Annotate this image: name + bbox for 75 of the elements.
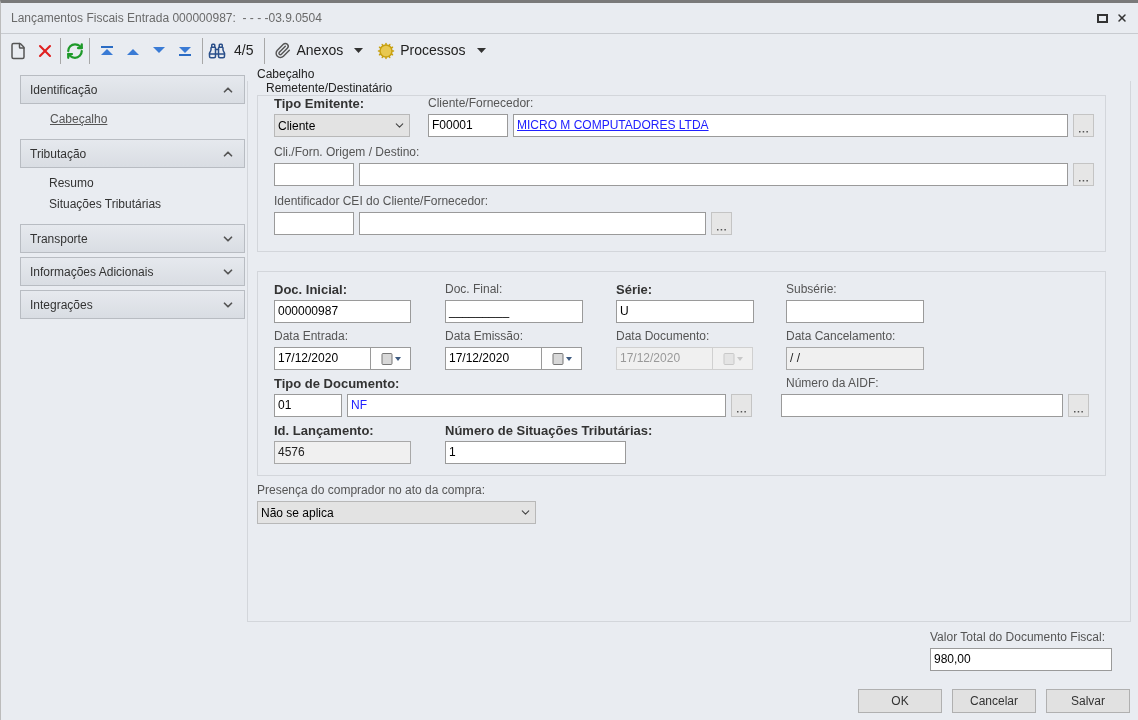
- field-label: Tipo Emitente:: [274, 96, 366, 111]
- sidebar-group-header[interactable]: Integrações: [20, 290, 245, 319]
- input-field[interactable]: F00001: [428, 114, 508, 137]
- field-label: Data Entrada:: [274, 329, 350, 344]
- field-label: Cliente/Fornecedor:: [428, 96, 535, 111]
- window-title: Lançamentos Fiscais Entrada 000000987: - - - -03.9.0504: [11, 10, 322, 27]
- lookup-button[interactable]: [1073, 163, 1094, 186]
- field-label: Doc. Inicial:: [274, 282, 348, 297]
- calendar-icon: [551, 352, 572, 365]
- input-field[interactable]: _________: [445, 300, 583, 323]
- dropdown[interactable]: Não se aplica: [257, 501, 536, 524]
- field-label: Cli./Forn. Origem / Destino:: [274, 145, 421, 160]
- input-field[interactable]: [359, 212, 706, 235]
- lookup-button[interactable]: [711, 212, 732, 235]
- binoculars-icon[interactable]: [208, 41, 226, 60]
- caret-icon: [354, 48, 364, 53]
- sidebar-group-header[interactable]: Tributação: [20, 139, 245, 168]
- field-label: Subsérie:: [786, 282, 838, 297]
- input-field[interactable]: MICRO M COMPUTADORES LTDA: [513, 114, 1068, 137]
- sidebar-item[interactable]: Resumo: [49, 176, 245, 191]
- lookup-button[interactable]: [1068, 394, 1089, 417]
- maximize-icon[interactable]: [1097, 13, 1108, 23]
- refresh-icon[interactable]: [66, 41, 84, 60]
- calendar-icon: [380, 352, 401, 365]
- input-field[interactable]: [274, 163, 354, 186]
- caret-icon: [476, 48, 486, 53]
- field-label: Identificador CEI do Cliente/Fornecedor:: [274, 194, 490, 209]
- link[interactable]: MICRO M COMPUTADORES LTDA: [517, 118, 709, 132]
- input-field[interactable]: 01: [274, 394, 342, 417]
- input-field[interactable]: 000000987: [274, 300, 411, 323]
- toolbar-menu[interactable]: Processos: [373, 40, 490, 61]
- toolbar-menu[interactable]: Anexos: [270, 40, 368, 61]
- new-document-icon[interactable]: [9, 41, 27, 60]
- sidebar-item[interactable]: Situações Tributárias: [49, 197, 245, 212]
- field-label: Série:: [616, 282, 654, 297]
- date-field[interactable]: 17/12/2020: [445, 347, 582, 370]
- sidebar-group-header[interactable]: Transporte: [20, 224, 245, 253]
- input-field[interactable]: [274, 212, 354, 235]
- input-field[interactable]: [359, 163, 1068, 186]
- field-label: Id. Lançamento:: [274, 423, 375, 438]
- link[interactable]: NF: [351, 398, 367, 412]
- field-label: Número da AIDF:: [786, 376, 880, 391]
- field-label: Doc. Final:: [445, 282, 504, 297]
- date-field[interactable]: 17/12/2020: [274, 347, 411, 370]
- sidebar-group-header[interactable]: Informações Adicionais: [20, 257, 245, 286]
- paperclip-icon: [274, 42, 292, 59]
- input-field[interactable]: U: [616, 300, 754, 323]
- field-label: Data Emissão:: [445, 329, 525, 344]
- record-position: 4/5: [234, 41, 254, 60]
- dialog-button[interactable]: Cancelar: [952, 689, 1036, 713]
- group-title: Remetente/Destinatário: [266, 81, 394, 95]
- arrow-down-icon: [178, 44, 192, 57]
- sidebar-item[interactable]: Cabeçalho: [49, 112, 245, 127]
- section-title: Cabeçalho: [257, 67, 316, 81]
- calendar-icon: [722, 352, 743, 365]
- input-field[interactable]: 1: [445, 441, 626, 464]
- field-label: Tipo de Documento:: [274, 376, 401, 391]
- close-icon[interactable]: [1116, 12, 1128, 24]
- input-field[interactable]: [781, 394, 1063, 417]
- field-label: Presença do comprador no ato da compra:: [257, 483, 487, 498]
- field-label: Número de Situações Tributárias:: [445, 423, 654, 438]
- dialog-button[interactable]: Salvar: [1046, 689, 1130, 713]
- input-field[interactable]: [786, 300, 924, 323]
- dialog-button[interactable]: OK: [858, 689, 942, 713]
- gear-icon: [377, 41, 396, 60]
- input-field[interactable]: NF: [347, 394, 726, 417]
- lookup-button[interactable]: [731, 394, 752, 417]
- field-label: Data Cancelamento:: [786, 329, 897, 344]
- arrow-up-icon: [100, 44, 114, 57]
- dropdown[interactable]: Cliente: [274, 114, 410, 137]
- field-label: Data Documento:: [616, 329, 711, 344]
- sidebar-group-header[interactable]: Identificação: [20, 75, 245, 104]
- lookup-button[interactable]: [1073, 114, 1094, 137]
- field-label: Valor Total do Documento Fiscal:: [930, 630, 1106, 645]
- input-field[interactable]: 980,00: [930, 648, 1112, 671]
